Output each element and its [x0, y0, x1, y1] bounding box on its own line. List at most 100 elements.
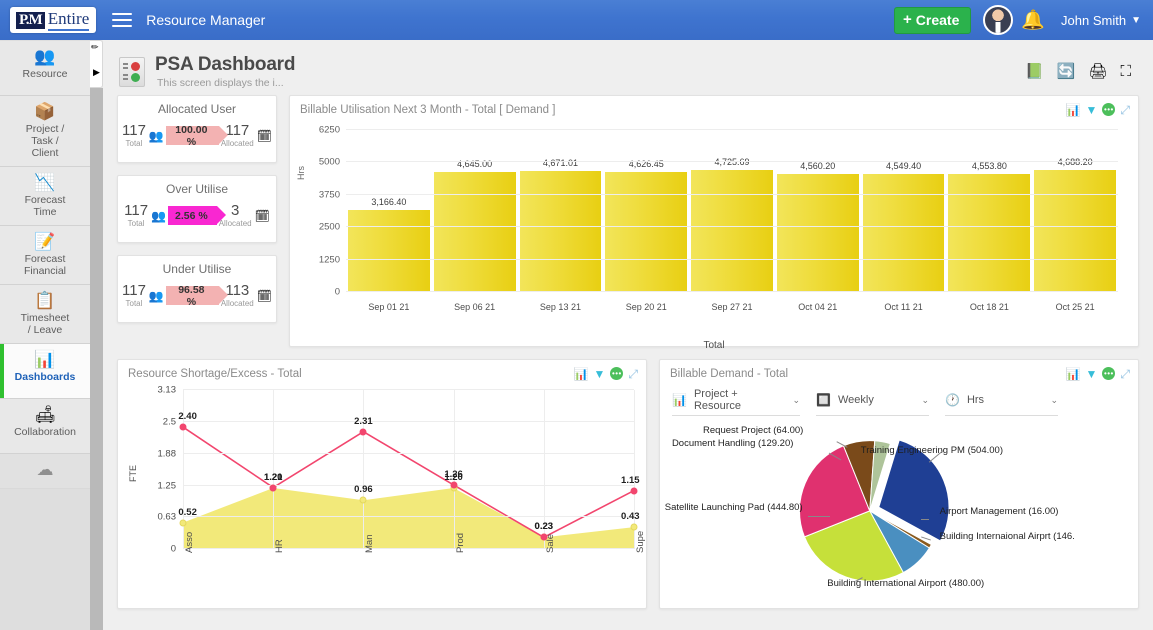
sidebar-scroll-strip[interactable]	[90, 88, 103, 630]
data-point[interactable]	[540, 533, 548, 541]
create-button[interactable]: + Create	[894, 6, 972, 34]
hamburger-menu-icon[interactable]	[112, 9, 133, 31]
y-axis-tick: 0.63	[157, 511, 177, 523]
area-chart-y-axis-label: FTE	[128, 465, 138, 482]
chevron-down-icon[interactable]: ⌄	[776, 395, 800, 406]
chevron-down-icon[interactable]: ▼	[1131, 15, 1141, 26]
bar-column[interactable]: 4,725.69	[691, 130, 773, 292]
filter-icon[interactable]: ▼	[594, 368, 606, 380]
expand-icon[interactable]: ⤢	[1120, 104, 1130, 116]
x-axis-tick: Supe	[635, 530, 646, 553]
print-icon[interactable]: 🖨	[1088, 64, 1107, 79]
bar[interactable]	[433, 171, 516, 292]
filter-icon[interactable]: ▼	[1086, 104, 1098, 116]
bar[interactable]	[1034, 170, 1117, 292]
bar-value-label: 4,549.40	[886, 161, 922, 172]
main-content: PSA Dashboard This screen displays the i…	[103, 40, 1153, 630]
sidebar-item-project-task-client[interactable]: 📦 Project / Task / Client	[0, 96, 90, 167]
calendar-check-icon: 🗓	[256, 128, 272, 143]
bar-column[interactable]: 4,553.80	[948, 130, 1031, 292]
y-axis-tick: 0	[334, 286, 340, 298]
gridline: 2.5	[163, 417, 634, 428]
more-icon[interactable]: •••	[1102, 103, 1116, 116]
panel-icon-group: 📊 ▼ ••• ⤢	[1066, 103, 1130, 116]
kpi-percent: 2.56 %	[175, 209, 208, 222]
sidebar-edit-handle[interactable]: ✏ ▶	[90, 40, 103, 88]
sidebar-item-more[interactable]: ☁	[0, 454, 90, 489]
bar[interactable]	[691, 169, 773, 292]
chart-icon[interactable]: 📊	[574, 368, 589, 380]
kpi-card-under-utilise[interactable]: Under Utilise 117 Total 👥 96.58 % 113 Allocate…	[117, 255, 277, 323]
more-icon[interactable]: •••	[610, 367, 624, 380]
sidebar-icon: 📦	[34, 102, 56, 121]
chevron-down-icon[interactable]: ⌄	[905, 395, 929, 406]
kpi-total: 117	[122, 122, 146, 139]
pencil-icon[interactable]: ✏	[91, 42, 99, 53]
sidebar-item-timesheet-leave[interactable]: 📋 Timesheet / Leave	[0, 285, 90, 344]
data-point[interactable]	[179, 423, 187, 431]
dashboard-icon	[119, 56, 145, 87]
bar-column[interactable]: 4,549.40	[862, 130, 945, 292]
bar-column[interactable]: 4,688.20	[1034, 130, 1117, 292]
kpi-percent-chevron: 100.00 %	[165, 124, 228, 148]
data-point[interactable]	[630, 487, 638, 495]
more-icon[interactable]: •••	[1102, 367, 1116, 380]
fullscreen-icon[interactable]: ⛶	[1120, 64, 1131, 79]
bar-column[interactable]: 4,671.01	[519, 130, 602, 292]
data-point[interactable]	[359, 428, 367, 436]
avatar[interactable]	[983, 5, 1014, 35]
grouping-select[interactable]: 📊 Project + Resource ⌄	[672, 388, 800, 416]
sidebar-expand-arrow-icon[interactable]: ▶	[93, 67, 100, 78]
sidebar-item-label: Resource	[22, 68, 68, 80]
selector-icon: 🔲	[816, 393, 831, 407]
period-select[interactable]: 🔲 Weekly ⌄	[816, 388, 929, 416]
sidebar-item-forecast-time[interactable]: 📉 Forecast Time	[0, 167, 90, 226]
calendar-check-icon: 🗓	[254, 208, 270, 223]
bar-column[interactable]: 4,626.45	[605, 130, 688, 292]
data-point[interactable]	[630, 523, 638, 531]
unit-select[interactable]: 🕐 Hrs ⌄	[945, 388, 1058, 416]
expand-icon[interactable]: ⤢	[1120, 368, 1130, 380]
kpi-card-over-utilise[interactable]: Over Utilise 117 Total 👥 2.56 % 3 Allocated 🗓	[117, 175, 277, 243]
pie-leader-line	[808, 516, 831, 517]
bell-icon[interactable]: 🔔	[1021, 11, 1045, 30]
bar-column[interactable]: 3,166.40	[348, 130, 430, 292]
kpi-percent-chevron: 2.56 %	[168, 206, 226, 225]
gridline: 0.63	[158, 512, 634, 523]
sidebar-item-forecast-financial[interactable]: 📝 Forecast Financial	[0, 226, 90, 285]
excel-export-icon[interactable]: 📗	[1025, 64, 1044, 79]
plus-icon: +	[903, 10, 912, 28]
panel-header: Billable Demand - Total 📊 ▼ ••• ⤢	[660, 360, 1138, 382]
expand-icon[interactable]: ⤢	[628, 368, 638, 380]
chart-icon[interactable]: 📊	[1066, 368, 1081, 380]
bar[interactable]	[948, 173, 1031, 292]
sidebar-item-dashboards[interactable]: 📊 Dashboards	[0, 344, 90, 399]
data-point[interactable]	[450, 481, 458, 489]
gridline: 1250	[319, 254, 1118, 265]
gridline: 3.13	[158, 385, 634, 396]
gridline: 3750	[319, 189, 1118, 200]
filter-icon[interactable]: ▼	[1086, 368, 1098, 380]
data-point[interactable]	[359, 496, 367, 504]
resource-shortage-panel: Resource Shortage/Excess - Total 📊 ▼ ••• ⤢ …	[117, 359, 647, 609]
sidebar-item-collaboration[interactable]: 🛋 Collaboration	[0, 399, 90, 454]
bar[interactable]	[348, 209, 430, 292]
sidebar-item-resource[interactable]: 👥 Resource	[0, 41, 90, 96]
chart-icon[interactable]: 📊	[1066, 104, 1081, 116]
app-logo[interactable]: P.M Entire	[10, 7, 97, 33]
bar-column[interactable]: 4,560.20	[776, 130, 859, 292]
bar[interactable]	[862, 174, 945, 292]
bar[interactable]	[519, 170, 602, 292]
bar-column[interactable]: 4,645.00	[433, 130, 516, 292]
gridline: 1.88	[158, 448, 634, 459]
kpi-card-allocated-user[interactable]: Allocated User 117 Total 👥 100.00 % 117 Alloca…	[117, 95, 277, 163]
data-point[interactable]	[269, 484, 277, 492]
people-icon: 👥	[148, 128, 164, 143]
selector-icon: 📊	[672, 393, 687, 407]
bar[interactable]	[776, 173, 859, 292]
bar[interactable]	[605, 172, 688, 292]
data-point[interactable]	[179, 519, 187, 527]
pie-slice-label: Training Engineering PM (504.00)	[860, 444, 1003, 456]
chevron-down-icon[interactable]: ⌄	[1034, 395, 1058, 406]
refresh-icon[interactable]: 🔄	[1057, 64, 1076, 79]
